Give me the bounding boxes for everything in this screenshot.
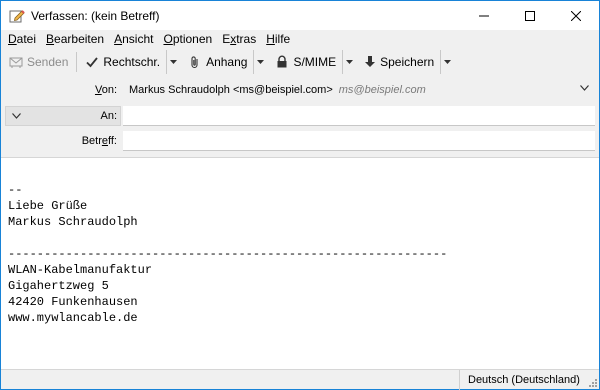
menu-optionen[interactable]: Optionen — [158, 30, 217, 48]
attach-button[interactable]: Anhang — [184, 50, 251, 74]
compose-pencil-icon — [9, 9, 25, 22]
menu-label: nsicht — [122, 32, 154, 46]
minimize-button[interactable] — [461, 1, 507, 30]
chevron-down-icon — [580, 85, 589, 91]
subject-input[interactable] — [123, 131, 595, 151]
dropdown-arrow-icon — [257, 60, 265, 64]
menu-mnemonic: H — [266, 32, 275, 46]
compose-toolbar: Senden Rechtschr. Anhang S/MIME Speicher… — [1, 49, 599, 75]
to-input[interactable] — [123, 106, 595, 126]
lock-icon — [277, 55, 287, 68]
subject-label-text: ff: — [108, 135, 117, 147]
spellcheck-label: Rechtschr. — [103, 55, 161, 69]
save-dropdown[interactable] — [440, 50, 454, 74]
compose-window: Verfassen: (kein Betreff) Datei Bearbeit… — [0, 0, 600, 390]
dropdown-arrow-icon — [346, 60, 354, 64]
send-icon — [9, 57, 23, 68]
menu-datei[interactable]: Datei — [3, 30, 41, 48]
maximize-button[interactable] — [507, 1, 553, 30]
menu-label: tras — [236, 32, 257, 46]
menu-label: ptionen — [172, 32, 213, 46]
message-headers: Von: Markus Schraudolph <ms@beispiel.com… — [1, 77, 599, 155]
status-bar: Deutsch (Deutschland) — [1, 369, 599, 390]
menu-extras[interactable]: Extras — [217, 30, 261, 48]
download-arrow-icon — [365, 56, 376, 67]
dropdown-arrow-icon — [170, 60, 178, 64]
from-label-mnemonic: V — [94, 84, 102, 96]
to-label: An: — [100, 110, 117, 122]
checkmark-icon — [86, 57, 99, 68]
from-label-text: on: — [101, 84, 117, 96]
from-identity-select[interactable]: Markus Schraudolph <ms@beispiel.com> ms@… — [123, 80, 595, 100]
save-button[interactable]: Speichern — [360, 50, 438, 74]
close-icon — [571, 10, 581, 21]
spellcheck-language[interactable]: Deutsch (Deutschland) — [459, 370, 580, 390]
attach-label: Anhang — [206, 55, 248, 69]
attach-dropdown[interactable] — [253, 50, 267, 74]
maximize-icon — [525, 10, 535, 21]
toolbar-separator — [76, 52, 78, 72]
menu-ansicht[interactable]: Ansicht — [109, 30, 158, 48]
menu-label: ilfe — [274, 32, 291, 46]
send-button[interactable]: Senden — [5, 50, 72, 74]
paperclip-icon — [191, 56, 198, 69]
menu-mnemonic: O — [163, 32, 173, 46]
to-row: An: — [1, 105, 599, 127]
menu-bearbeiten[interactable]: Bearbeiten — [41, 30, 109, 48]
message-body-editor[interactable]: -- Liebe Grüße Markus Schraudolph ------… — [1, 157, 599, 369]
menu-label: atei — [16, 32, 37, 46]
window-title: Verfassen: (kein Betreff) — [31, 8, 160, 23]
from-identity: Markus Schraudolph <ms@beispiel.com> — [129, 84, 333, 96]
subject-label-text: Betr — [81, 135, 102, 147]
menu-mnemonic: B — [46, 32, 55, 46]
spellcheck-button[interactable]: Rechtschr. — [81, 50, 164, 74]
title-bar: Verfassen: (kein Betreff) — [1, 1, 599, 30]
from-row: Von: Markus Schraudolph <ms@beispiel.com… — [1, 79, 599, 101]
smime-dropdown[interactable] — [342, 50, 356, 74]
menu-bar: Datei Bearbeiten Ansicht Optionen Extras… — [1, 30, 599, 48]
menu-mnemonic: A — [114, 32, 123, 46]
close-button[interactable] — [553, 1, 599, 30]
save-label: Speichern — [380, 55, 435, 69]
minimize-icon — [479, 15, 489, 16]
message-body-text: -- Liebe Grüße Markus Schraudolph ------… — [8, 183, 448, 325]
from-address-placeholder: ms@beispiel.com — [338, 84, 426, 96]
menu-label: E — [222, 32, 231, 46]
resize-grip-icon[interactable] — [587, 377, 597, 387]
menu-label: earbeiten — [54, 32, 105, 46]
send-label: Senden — [27, 55, 69, 69]
subject-label: Betreff: — [1, 135, 117, 147]
spellcheck-dropdown[interactable] — [166, 50, 180, 74]
from-label: Von: — [1, 84, 117, 96]
smime-label: S/MIME — [293, 55, 337, 69]
smime-button[interactable]: S/MIME — [271, 50, 340, 74]
dropdown-arrow-icon — [444, 60, 452, 64]
menu-mnemonic: D — [8, 32, 17, 46]
subject-row: Betreff: — [1, 130, 599, 152]
menu-hilfe[interactable]: Hilfe — [261, 30, 295, 48]
